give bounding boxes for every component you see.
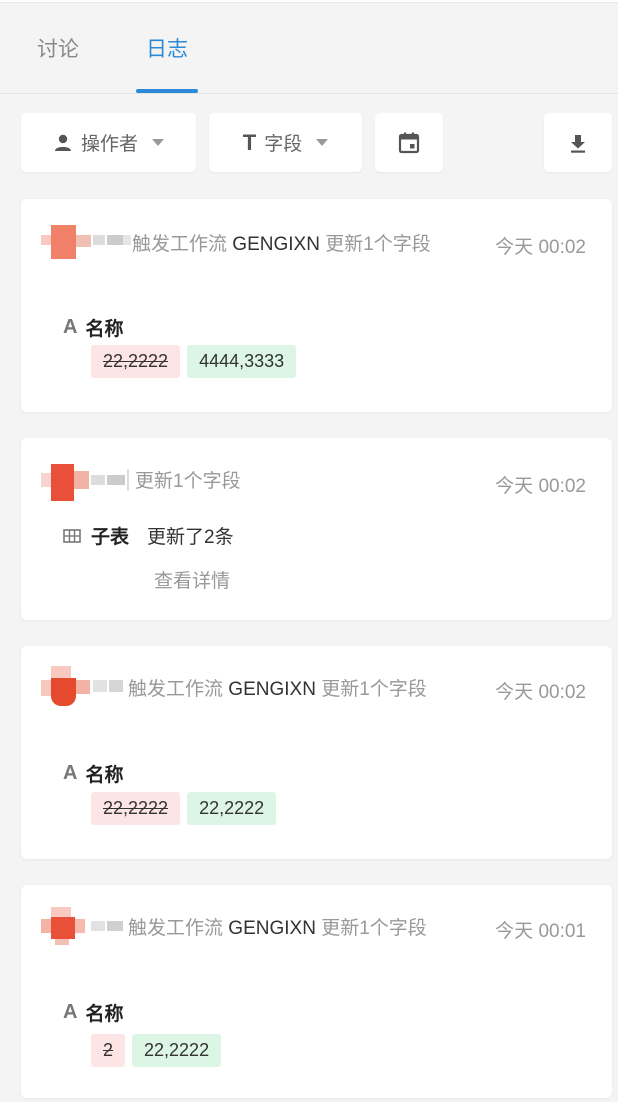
text-type-icon: T <box>242 129 257 155</box>
workflow-name: GENGIXN <box>228 918 316 939</box>
download-icon <box>571 134 585 153</box>
log-description: 触发工作流 GENGIXN 更新1个字段 <box>49 227 502 262</box>
tab-discuss[interactable]: 讨论 <box>37 33 79 91</box>
chevron-down-icon <box>152 139 164 146</box>
avatar <box>41 461 131 501</box>
log-time: 今天 00:02 <box>495 682 586 703</box>
person-icon <box>54 134 71 151</box>
field-name-label: 名称 <box>85 319 124 340</box>
filter-toolbar: 操作者 T 字段 <box>0 113 618 173</box>
table-icon <box>63 528 81 543</box>
log-card: 触发工作流 GENGIXN 更新1个字段 今天 00:02 A 名称 22,22… <box>21 646 612 859</box>
operator-filter-label: 操作者 <box>80 134 138 155</box>
field-filter-button[interactable]: T 字段 <box>209 113 362 172</box>
log-card: 触发工作流 GENGIXN 更新1个字段 今天 00:02 A 名称 22,22… <box>21 199 612 412</box>
workflow-name: GENGIXN <box>228 679 316 700</box>
tab-bar: 讨论 日志 <box>0 3 618 94</box>
active-tab-indicator <box>136 89 198 93</box>
text-field-icon: A <box>63 316 78 338</box>
value-change: 22,2222 4444,3333 <box>91 345 297 378</box>
field-name: A 名称 <box>63 760 123 787</box>
new-value: 22,2222 <box>132 1034 222 1067</box>
operator-filter-button[interactable]: 操作者 <box>21 113 196 172</box>
old-value: 22,2222 <box>91 345 181 378</box>
value-change: 2 22,2222 <box>91 1034 222 1067</box>
field-name: A 名称 <box>63 999 123 1026</box>
old-value: 2 <box>91 1034 126 1067</box>
old-value: 22,2222 <box>91 792 181 825</box>
log-card: 更新1个字段 今天 00:02 子表 更新了2条 查看详情 <box>21 438 612 620</box>
log-change: 更新1个字段 <box>321 679 427 700</box>
field-name-label: 子表 <box>91 527 130 548</box>
new-value: 22,2222 <box>187 792 277 825</box>
log-change: 更新1个字段 <box>325 234 431 255</box>
text-field-icon: A <box>63 1001 78 1023</box>
field-name-label: 名称 <box>85 1004 124 1025</box>
field-name-label: 名称 <box>85 765 124 786</box>
log-card: 触发工作流 GENGIXN 更新1个字段 今天 00:01 A 名称 2 22,… <box>21 885 612 1098</box>
log-change: 更新1个字段 <box>321 918 427 939</box>
field-filter-label: 字段 <box>264 134 303 155</box>
log-description: 更新1个字段 <box>135 464 502 499</box>
log-time: 今天 00:02 <box>495 237 586 258</box>
log-time: 今天 00:02 <box>495 476 586 497</box>
log-change: 更新1个字段 <box>135 471 241 492</box>
log-time: 今天 00:01 <box>495 921 586 942</box>
log-action: 触发工作流 <box>132 234 228 255</box>
log-description: 触发工作流 GENGIXN 更新1个字段 <box>49 672 502 707</box>
text-field-icon: A <box>63 762 78 784</box>
log-action: 触发工作流 <box>128 918 224 939</box>
field-name: A 名称 <box>63 314 123 341</box>
chevron-down-icon <box>316 139 329 146</box>
subtable-change: 子表 更新了2条 <box>63 522 234 549</box>
workflow-name: GENGIXN <box>232 234 320 255</box>
tab-log[interactable]: 日志 <box>146 33 188 91</box>
log-description: 触发工作流 GENGIXN 更新1个字段 <box>49 911 502 946</box>
log-action: 触发工作流 <box>128 679 224 700</box>
download-button[interactable] <box>544 113 612 172</box>
change-summary: 更新了2条 <box>147 527 234 548</box>
new-value: 4444,3333 <box>187 345 297 378</box>
view-details-link[interactable]: 查看详情 <box>154 566 230 593</box>
date-filter-button[interactable] <box>375 113 443 172</box>
calendar-icon <box>398 132 420 153</box>
value-change: 22,2222 22,2222 <box>91 792 277 825</box>
